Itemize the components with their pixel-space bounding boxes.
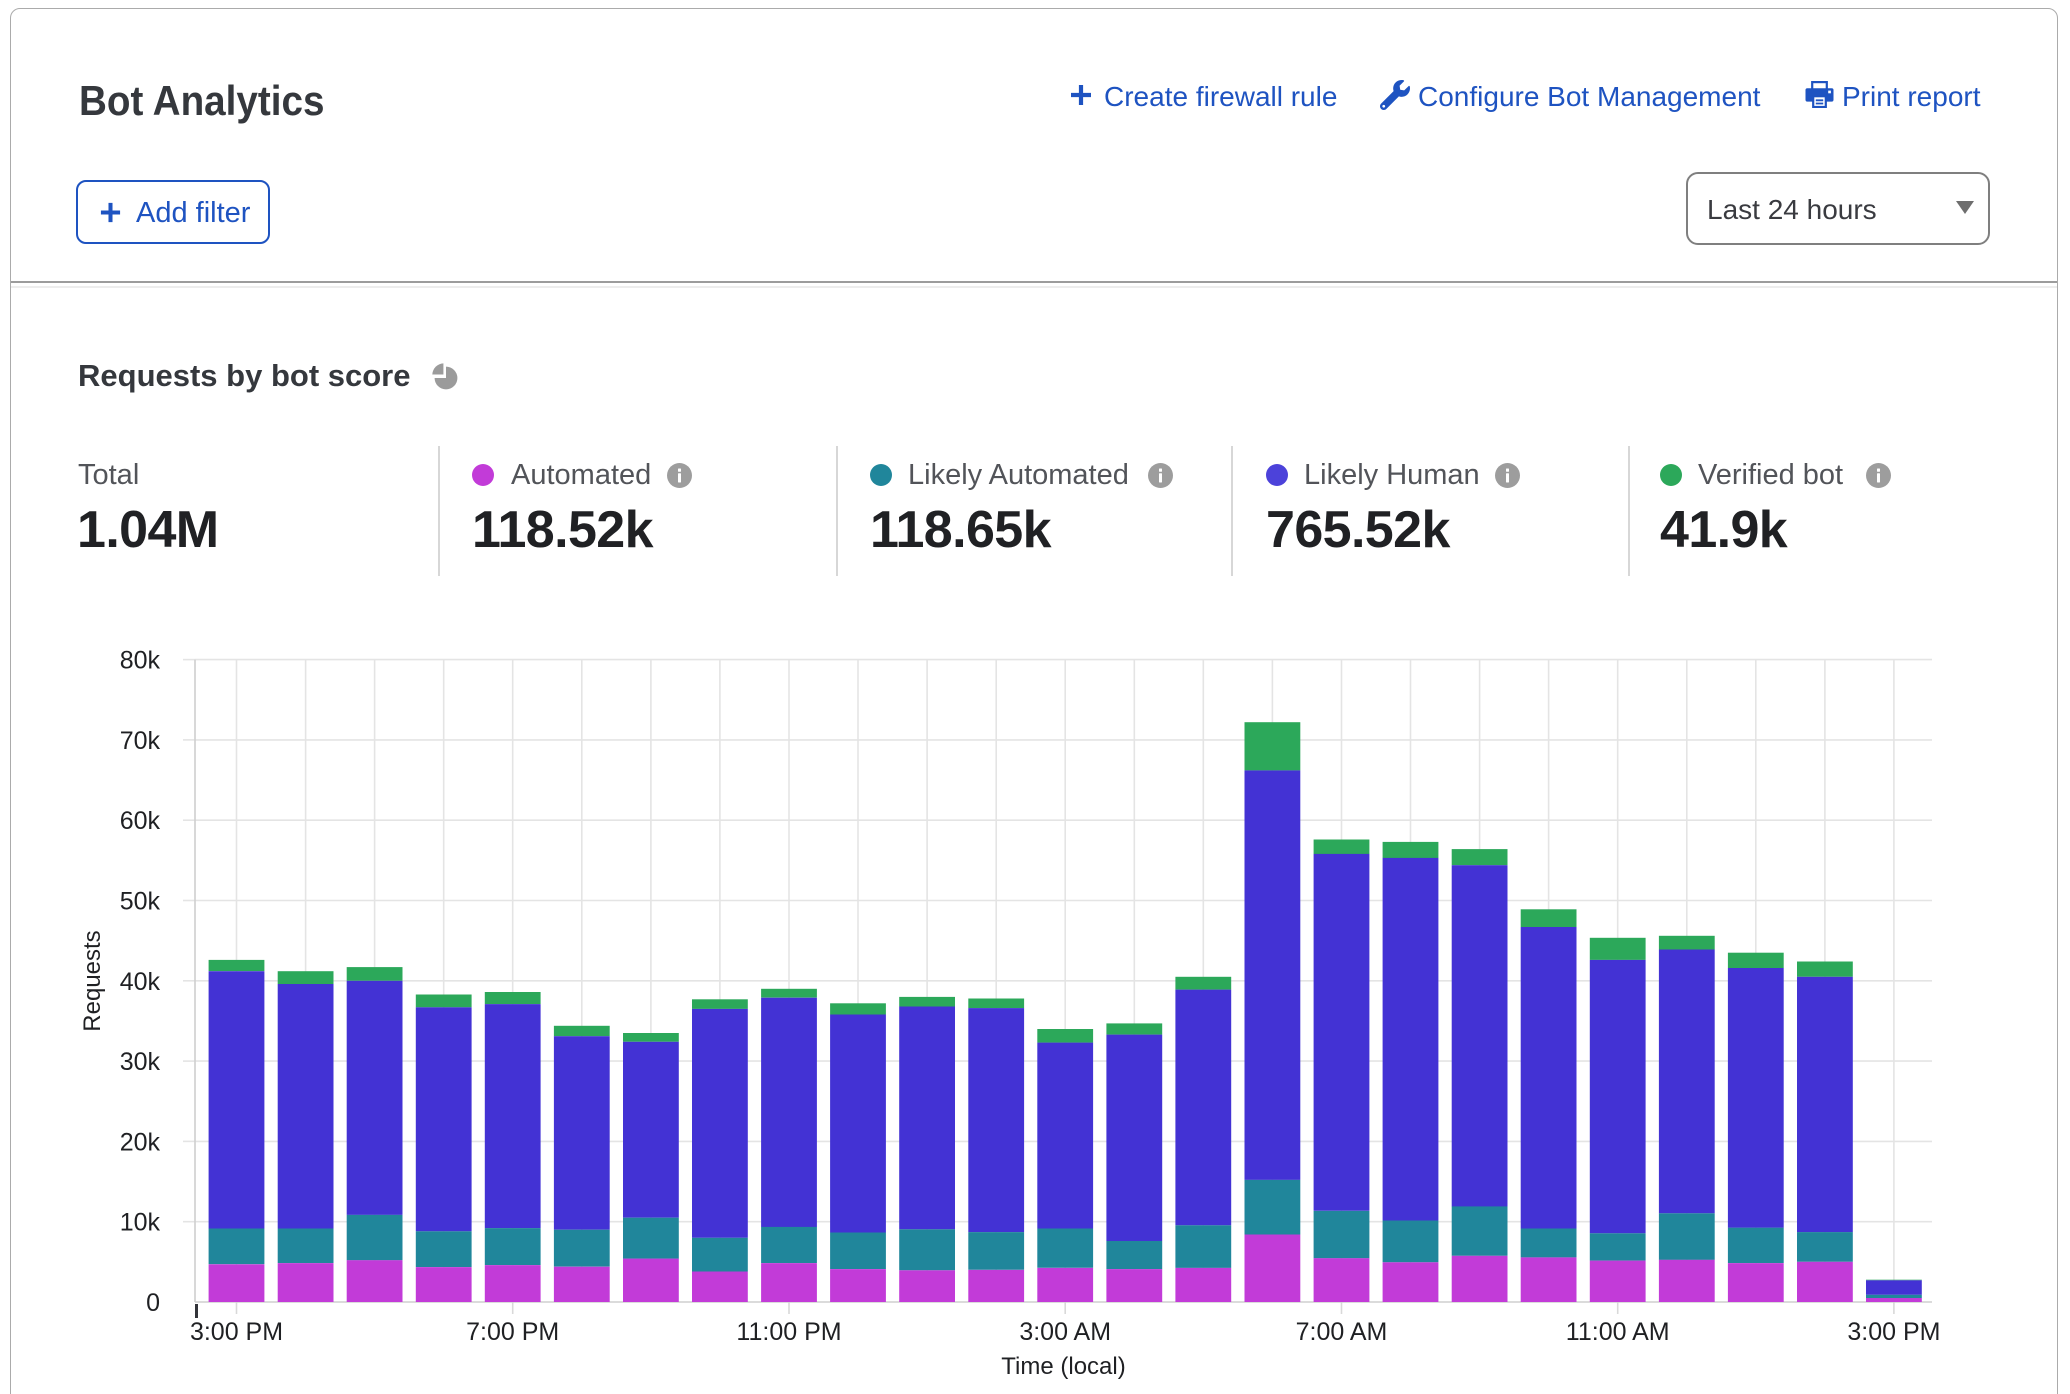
svg-text:7:00 PM: 7:00 PM: [466, 1318, 559, 1346]
svg-text:Time (local): Time (local): [1001, 1353, 1125, 1380]
svg-text:60k: 60k: [120, 807, 161, 835]
svg-text:50k: 50k: [120, 888, 161, 916]
svg-text:11:00 PM: 11:00 PM: [736, 1318, 841, 1346]
svg-text:3:00 AM: 3:00 AM: [1019, 1318, 1111, 1346]
svg-text:10k: 10k: [120, 1209, 161, 1237]
svg-text:40k: 40k: [120, 968, 161, 996]
svg-text:11:00 AM: 11:00 AM: [1566, 1318, 1670, 1346]
svg-text:80k: 80k: [120, 647, 161, 675]
svg-text:3:00 PM: 3:00 PM: [190, 1318, 283, 1346]
svg-text:3:00 PM: 3:00 PM: [1847, 1318, 1940, 1346]
svg-text:0: 0: [146, 1289, 160, 1317]
svg-text:20k: 20k: [120, 1128, 161, 1156]
svg-text:30k: 30k: [120, 1048, 161, 1076]
svg-text:70k: 70k: [120, 727, 161, 755]
svg-text:Requests: Requests: [79, 930, 106, 1031]
svg-text:7:00 AM: 7:00 AM: [1296, 1318, 1388, 1346]
